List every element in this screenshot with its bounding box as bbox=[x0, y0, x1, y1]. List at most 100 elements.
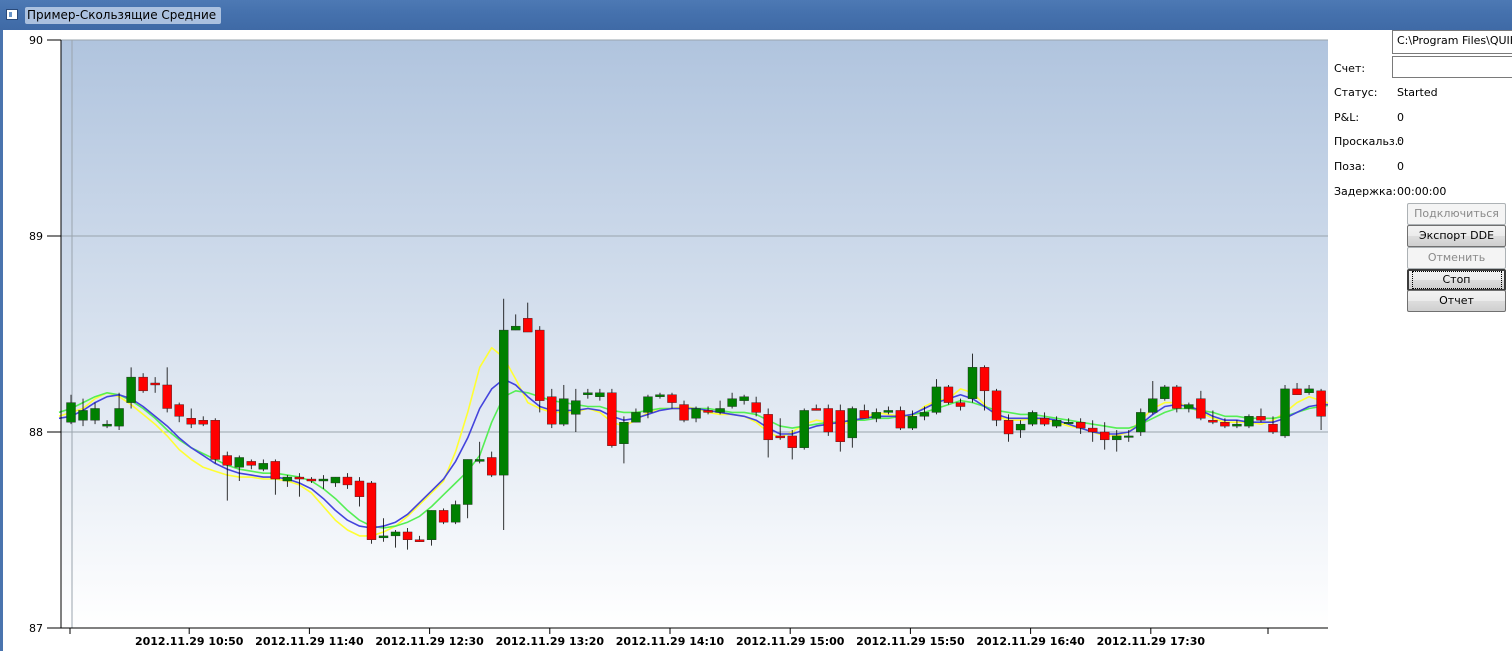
candle-body bbox=[1112, 435, 1122, 441]
candle-body bbox=[1136, 412, 1146, 433]
candle-body bbox=[462, 459, 473, 505]
candle-body bbox=[114, 408, 124, 427]
candle-up bbox=[1160, 384, 1170, 401]
candle-down bbox=[607, 388, 617, 448]
candle-down bbox=[943, 384, 954, 405]
candle-body bbox=[174, 404, 184, 417]
stop-button[interactable]: Стоп bbox=[1407, 269, 1506, 291]
candle-body bbox=[438, 510, 449, 523]
candle-body bbox=[1063, 422, 1074, 424]
quik-path-field[interactable]: C:\Program Files\QUIK-... bbox=[1392, 30, 1512, 54]
x-tick-label: 2012.11.29 14:10 bbox=[616, 635, 725, 648]
candle-body bbox=[883, 410, 894, 413]
candle-body bbox=[619, 422, 629, 444]
report-button[interactable]: Отчет bbox=[1407, 290, 1506, 312]
candle-down bbox=[210, 418, 220, 464]
chart-plot-background bbox=[61, 40, 1328, 628]
candle-up bbox=[1136, 408, 1146, 436]
stop-button-label: Стоп bbox=[1411, 271, 1502, 289]
candle-body bbox=[1100, 431, 1110, 441]
candle-body bbox=[1015, 423, 1026, 431]
candle-body bbox=[246, 461, 257, 466]
candle-body bbox=[991, 390, 1002, 421]
candle-body bbox=[222, 455, 232, 466]
candle-body bbox=[667, 394, 677, 403]
candle-body bbox=[162, 384, 172, 409]
candle-body bbox=[739, 396, 749, 401]
candle-body bbox=[655, 394, 665, 397]
candle-body bbox=[258, 463, 269, 470]
candle-body bbox=[703, 410, 713, 413]
candle-body bbox=[487, 457, 497, 476]
candle-body bbox=[270, 461, 281, 480]
candle-body bbox=[186, 418, 196, 425]
x-tick-label: 2012.11.29 15:00 bbox=[736, 635, 845, 648]
slippage-label: Проскальз.: bbox=[1334, 135, 1402, 148]
x-tick-label: 2012.11.29 15:50 bbox=[856, 635, 965, 648]
candle-body bbox=[787, 435, 797, 448]
candle-down bbox=[366, 481, 377, 544]
y-tick-label: 89 bbox=[29, 230, 43, 243]
candle-body bbox=[294, 476, 305, 480]
candle-body bbox=[426, 510, 437, 540]
candle-body bbox=[931, 386, 942, 413]
candle-body bbox=[631, 412, 641, 423]
candle-body bbox=[799, 410, 809, 448]
candle-down bbox=[535, 326, 545, 413]
window-title: Пример-Скользящие Средние bbox=[25, 7, 222, 24]
account-field[interactable] bbox=[1392, 56, 1512, 78]
candle-body bbox=[402, 531, 413, 540]
candle-body bbox=[1051, 420, 1062, 427]
candle-body bbox=[811, 408, 821, 411]
candle-body bbox=[775, 435, 785, 439]
candle-body bbox=[907, 416, 918, 429]
chart-svg: 87 88 89 90 2012.11.29 10:50 2012.11.29 11:40… bbox=[29, 34, 1328, 648]
slippage-value: 0 bbox=[1397, 135, 1404, 148]
candle-body bbox=[1196, 398, 1206, 419]
candle-body bbox=[1256, 416, 1266, 421]
status-value: Started bbox=[1397, 86, 1438, 99]
candle-body bbox=[715, 408, 725, 413]
candle-body bbox=[1003, 420, 1014, 435]
candle-body bbox=[1075, 422, 1086, 429]
candle-body bbox=[571, 400, 581, 415]
candle-up bbox=[799, 408, 809, 450]
window-titlebar[interactable]: Пример-Скользящие Средние bbox=[0, 0, 1512, 30]
candle-body bbox=[511, 325, 521, 331]
y-tick-label: 87 bbox=[29, 622, 43, 635]
price-chart[interactable]: 87 88 89 90 2012.11.29 10:50 2012.11.29 11:40… bbox=[3, 30, 1328, 651]
candle-body bbox=[1087, 427, 1098, 433]
y-tick-label: 90 bbox=[29, 34, 43, 47]
connect-button[interactable]: Подключиться bbox=[1407, 203, 1506, 225]
candle-body bbox=[535, 329, 545, 401]
x-tick-label: 2012.11.29 10:50 bbox=[135, 635, 244, 648]
candle-body bbox=[198, 420, 208, 425]
candle-body bbox=[90, 408, 100, 421]
status-label: Статус: bbox=[1334, 86, 1378, 99]
candle-body bbox=[474, 459, 485, 462]
candle-body bbox=[643, 396, 653, 413]
candle-body bbox=[366, 482, 377, 540]
export-dde-button[interactable]: Экспорт DDE bbox=[1407, 225, 1506, 247]
candle-body bbox=[450, 504, 461, 523]
position-label: Поза: bbox=[1334, 160, 1366, 173]
candle-body bbox=[330, 476, 341, 484]
candle-body bbox=[955, 402, 966, 407]
x-tick-label: 2012.11.29 11:40 bbox=[255, 635, 364, 648]
candle-body bbox=[1039, 418, 1050, 425]
candle-down bbox=[1172, 384, 1182, 413]
candle-body bbox=[1148, 398, 1158, 413]
candle-body bbox=[1292, 388, 1302, 395]
account-label: Счет: bbox=[1334, 62, 1366, 75]
app-icon bbox=[6, 9, 18, 20]
candle-body bbox=[1304, 388, 1314, 394]
candle-body bbox=[823, 408, 833, 433]
candle-body bbox=[318, 478, 329, 482]
y-tick-label: 88 bbox=[29, 426, 43, 439]
candle-body bbox=[967, 367, 978, 399]
cancel-orders-button[interactable]: Отменить заявки bbox=[1407, 247, 1506, 284]
candle-body bbox=[282, 476, 293, 482]
candle-body bbox=[378, 535, 389, 539]
candle-body bbox=[210, 420, 220, 460]
candle-body bbox=[583, 392, 593, 395]
